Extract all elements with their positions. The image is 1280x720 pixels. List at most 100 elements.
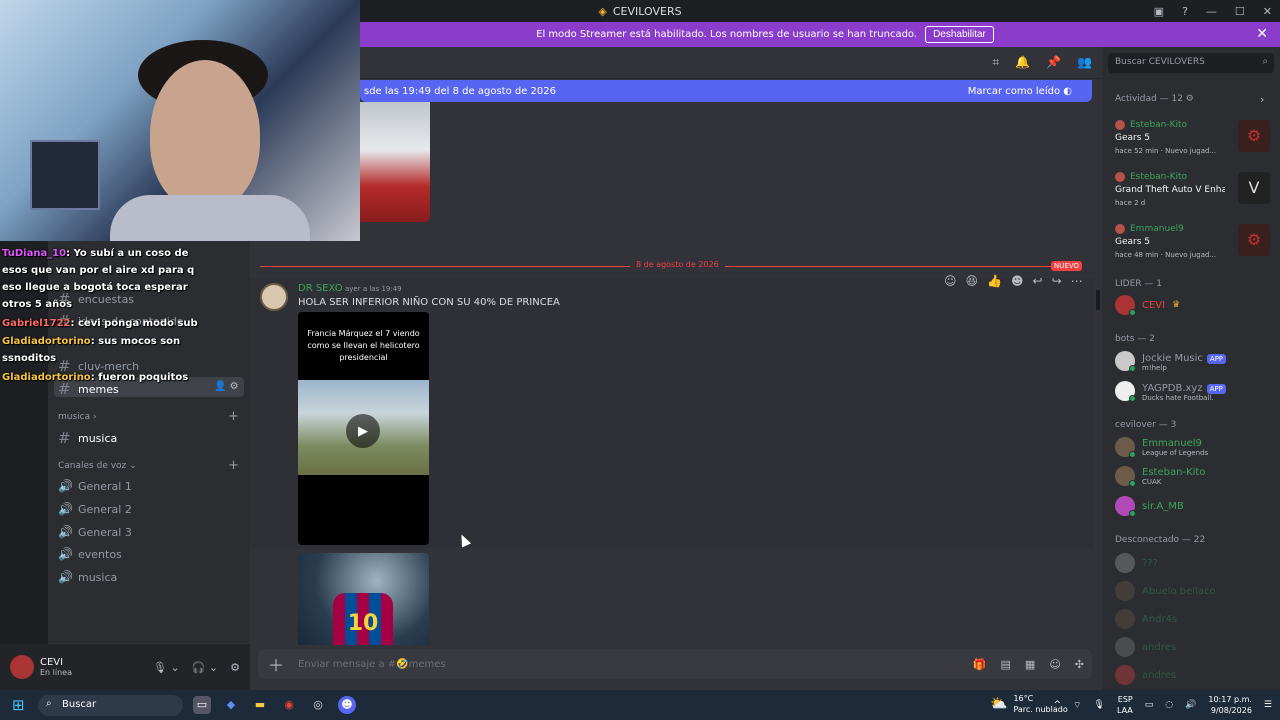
voice-general-1[interactable]: 🔊 General 1 (58, 479, 132, 493)
chevron-right-icon[interactable]: › (1260, 93, 1264, 106)
message-input[interactable]: Enviar mensaje a #🤣memes (298, 659, 446, 670)
activity-card[interactable]: Esteban-Kito Grand Theft Auto V Enhan...… (1110, 169, 1272, 215)
folder-icon[interactable]: ▬ (251, 696, 269, 714)
search-icon: ⌕ (46, 698, 52, 709)
category-voice[interactable]: Canales de voz ⌄ (58, 461, 137, 471)
scrollbar[interactable] (1096, 290, 1100, 310)
mic-icon[interactable]: 🎙 ⌄ (153, 661, 180, 674)
windows-start-icon[interactable]: ⊞ (12, 697, 25, 713)
avatar (1115, 581, 1135, 601)
forward-icon[interactable]: ↪ (1052, 274, 1062, 288)
app-icon[interactable]: ◆ (222, 696, 240, 714)
member-item[interactable]: CEVI ♛ (1115, 295, 1180, 316)
close-window-button[interactable]: ✕ (1263, 5, 1272, 18)
image-attachment[interactable]: 10 (298, 553, 429, 645)
avatar (1115, 496, 1136, 517)
message-composer[interactable]: ＋ Enviar mensaje a #🤣memes 🎁 ▤ ▦ ☺ ✣ (258, 649, 1092, 679)
category-musica[interactable]: musica › (58, 412, 97, 422)
system-tray: ^ ⌔ 🎙 ESP LAA ▭ ◌ 🔊 10:17 p.m. 9/08/2026 ☰ (1054, 690, 1273, 720)
video-attachment[interactable]: Francia Márquez el 7 viendo como se llev… (298, 312, 429, 545)
threads-icon[interactable]: ⌗ (992, 55, 999, 70)
add-attachment-icon[interactable]: ＋ (268, 652, 284, 676)
obs-icon[interactable]: ◎ (309, 696, 327, 714)
members-icon[interactable]: 👥 (1077, 55, 1092, 70)
maximize-button[interactable]: ☐ (1235, 5, 1245, 18)
apps-icon[interactable]: ✣ (1075, 658, 1084, 671)
member-item[interactable]: Abuelo bellaco (1115, 581, 1216, 601)
pin-icon[interactable]: 📌 (1046, 55, 1061, 70)
task-view-icon[interactable]: ▭ (193, 696, 211, 714)
emoji-icon[interactable]: 😆 (966, 274, 979, 288)
sticker-icon[interactable]: ▦ (1025, 658, 1035, 671)
avatar[interactable] (10, 655, 34, 679)
header-icons: ⌗ 🔔 📌 👥 (992, 55, 1092, 70)
mic-icon[interactable]: 🎙 (1094, 700, 1105, 710)
member-item[interactable]: Jockie Music APP m!help (1115, 350, 1227, 372)
inbox-icon[interactable]: ▣ (1154, 5, 1164, 18)
taskbar: ⊞ ⌕ Buscar ▭ ◆ ▬ ◉ ◎ ☻ ⛅ 16°C Parc. nubla… (0, 690, 1280, 720)
close-icon[interactable]: ✕ (1256, 26, 1268, 42)
add-reaction-icon[interactable]: ☻ (1011, 274, 1024, 288)
display-icon[interactable]: ▭ (1145, 700, 1154, 710)
gif-icon[interactable]: ▤ (1001, 658, 1011, 671)
activity-header[interactable]: Actividad — 12 ⚙ (1115, 94, 1194, 104)
member-item[interactable]: ??? (1115, 553, 1158, 573)
help-icon[interactable]: ? (1182, 5, 1188, 18)
chrome-icon[interactable]: ◉ (280, 696, 298, 714)
new-messages-bar[interactable]: sde las 19:49 del 8 de agosto de 2026 Ma… (360, 80, 1092, 102)
cevilover-header: cevilover — 3 (1115, 420, 1177, 430)
emoji-icon[interactable]: ☺ (1049, 658, 1060, 671)
voice-general-3[interactable]: 🔊 General 3 (58, 525, 132, 539)
taskbar-search[interactable]: ⌕ Buscar (38, 695, 183, 716)
speaker-icon: 🔊 (58, 525, 73, 539)
bell-icon[interactable]: 🔔 (1015, 55, 1030, 70)
mark-read-button[interactable]: Marcar como leído ◐ (968, 86, 1072, 97)
member-item[interactable]: andres (1115, 637, 1176, 657)
wifi-icon[interactable]: ◌ (1165, 700, 1173, 710)
emoji-reaction-icon[interactable]: ☺ (944, 274, 957, 288)
avatar (1115, 295, 1136, 316)
webcam-shirt (110, 195, 310, 241)
add-channel-icon[interactable]: + (228, 409, 239, 424)
activity-card[interactable]: Esteban-Kito Gears 5 hace 52 min · Nuevo… (1110, 117, 1272, 163)
member-item[interactable]: sir.A_MB (1115, 496, 1184, 517)
disable-streamer-button[interactable]: Deshabilitar (925, 26, 994, 43)
clock[interactable]: 10:17 p.m. 9/08/2026 (1208, 694, 1252, 716)
attachment-image[interactable] (360, 102, 430, 222)
offline-header: Desconectado — 22 (1115, 535, 1206, 545)
member-item[interactable]: YAGPDB.xyz APP Ducks hate Football. (1115, 380, 1226, 402)
avatar (1115, 224, 1125, 234)
new-badge: NUEVO (1051, 261, 1082, 271)
channel-musica[interactable]: # musica (58, 429, 117, 447)
webcam-face (150, 60, 260, 210)
settings-icon[interactable]: ⚙ (230, 661, 240, 674)
discord-icon[interactable]: ☻ (338, 696, 356, 714)
composer-tools: 🎁 ▤ ▦ ☺ ✣ (973, 658, 1084, 671)
headphones-icon[interactable]: 🎧 ⌄ (192, 661, 218, 674)
voice-eventos[interactable]: 🔊 eventos (58, 547, 122, 561)
hash-icon: # (58, 429, 71, 447)
member-item[interactable]: Andr4s (1115, 609, 1177, 629)
avatar[interactable] (260, 283, 288, 311)
message-author[interactable]: DR SEXO (298, 283, 343, 294)
chevron-up-icon[interactable]: ^ (1054, 700, 1062, 710)
activity-card[interactable]: Emmanuel9 Gears 5 hace 48 min · Nuevo ju… (1110, 221, 1272, 267)
network-icon[interactable]: ⌔ (1073, 700, 1081, 711)
volume-icon[interactable]: 🔊 (1185, 700, 1196, 710)
reply-icon[interactable]: ↩ (1033, 274, 1043, 288)
more-icon[interactable]: ⋯ (1071, 274, 1083, 288)
voice-general-2[interactable]: 🔊 General 2 (58, 502, 132, 516)
gift-icon[interactable]: 🎁 (973, 658, 987, 671)
minimize-button[interactable]: — (1206, 5, 1217, 18)
weather-icon: ⛅ (990, 695, 1008, 712)
member-item[interactable]: Emmanuel9 League of Legends (1115, 437, 1208, 458)
notifications-icon[interactable]: ☰ (1264, 700, 1272, 710)
language-indicator[interactable]: ESP LAA (1117, 694, 1133, 716)
search-input[interactable]: Buscar CEVILOVERS ⌕ (1108, 53, 1274, 73)
member-item[interactable]: andres (1115, 665, 1176, 685)
member-item[interactable]: Esteban-Kito CUAK (1115, 466, 1205, 487)
voice-musica[interactable]: 🔊 musica (58, 570, 117, 584)
add-voice-icon[interactable]: + (228, 458, 239, 473)
thumbs-up-icon[interactable]: 👍 (987, 274, 1002, 288)
play-icon[interactable]: ▶ (346, 414, 380, 448)
